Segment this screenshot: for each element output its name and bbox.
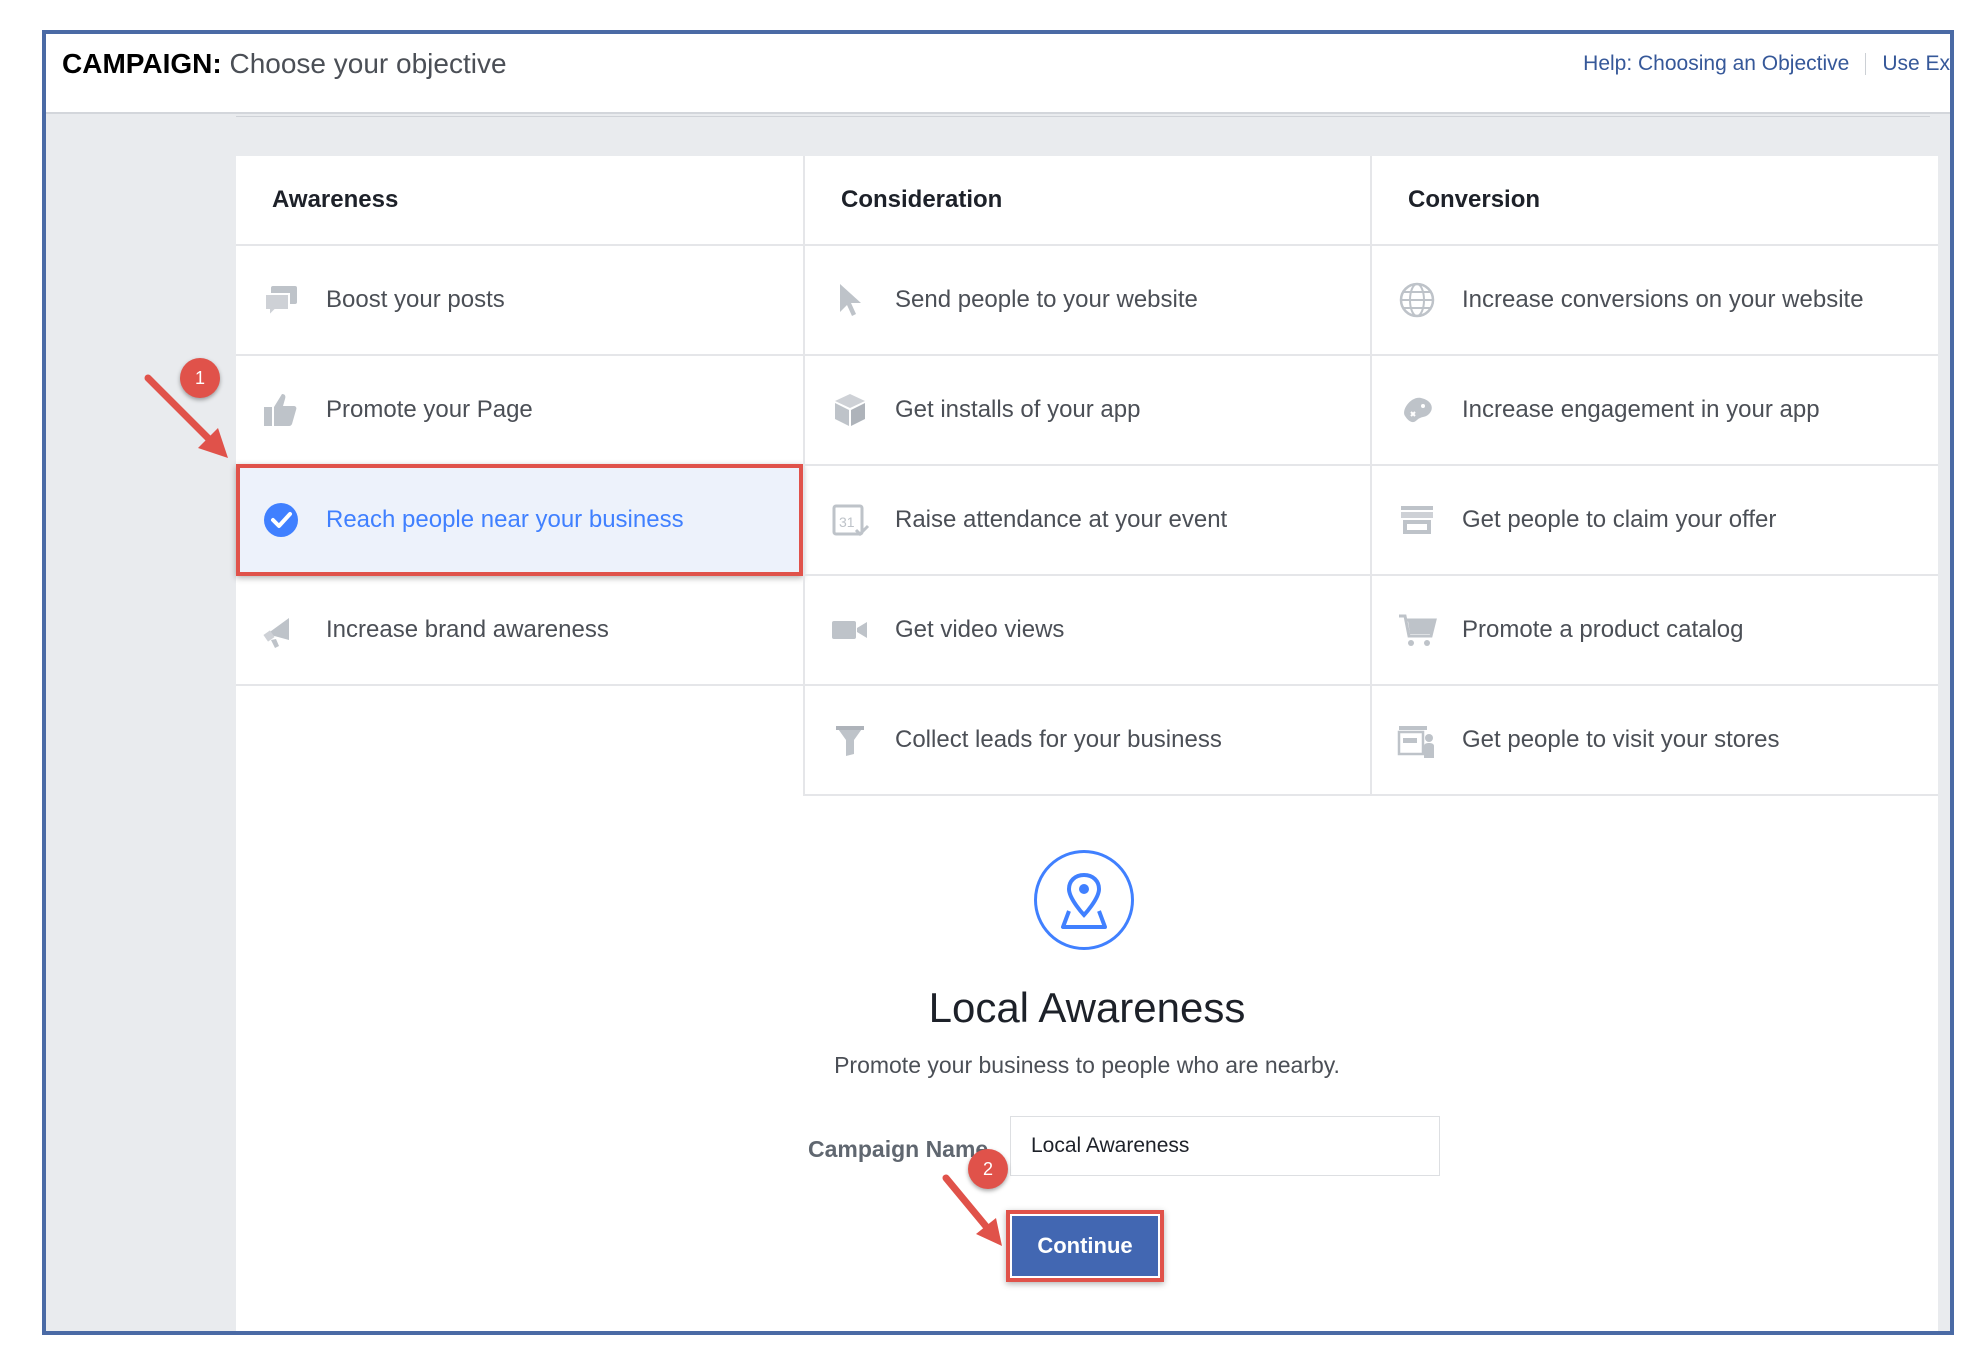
header-links: Help: Choosing an Objective Use Ex: [1583, 52, 1950, 76]
funnel-icon: [829, 719, 871, 761]
objective-boost-posts[interactable]: Boost your posts: [236, 246, 803, 356]
divider: [236, 116, 1930, 117]
megaphone-icon: [260, 609, 302, 651]
store-visit-icon: [1396, 719, 1438, 761]
objective-label: Get installs of your app: [895, 396, 1141, 423]
column-heading: Consideration: [805, 156, 1370, 246]
objective-event-attendance[interactable]: 31 Raise attendance at your event: [805, 466, 1370, 576]
objective-app-engagement[interactable]: Increase engagement in your app: [1372, 356, 1938, 466]
use-existing-link[interactable]: Use Ex: [1882, 52, 1950, 76]
campaign-objective-window: CAMPAIGN: Choose your objective Help: Ch…: [42, 30, 1954, 1335]
svg-text:31: 31: [839, 514, 855, 530]
column-heading: Awareness: [236, 156, 803, 246]
video-camera-icon: [829, 609, 871, 651]
column-consideration: Consideration Send people to your websit…: [803, 156, 1370, 796]
page-header: CAMPAIGN: Choose your objective Help: Ch…: [46, 34, 1950, 114]
objective-store-visits[interactable]: Get people to visit your stores: [1372, 686, 1938, 796]
objective-label: Get people to claim your offer: [1462, 506, 1777, 533]
objective-video-views[interactable]: Get video views: [805, 576, 1370, 686]
gamepad-icon: [1396, 389, 1438, 431]
objective-collect-leads[interactable]: Collect leads for your business: [805, 686, 1370, 796]
objective-label: Increase brand awareness: [326, 616, 609, 643]
objective-label: Get people to visit your stores: [1462, 726, 1780, 753]
objective-detail-description: Promote your business to people who are …: [834, 1052, 1340, 1078]
storefront-icon: [1396, 499, 1438, 541]
objective-label: Boost your posts: [326, 286, 505, 313]
campaign-name-input[interactable]: [1010, 1116, 1440, 1176]
cursor-icon: [829, 279, 871, 321]
campaign-name-label: Campaign Name: [808, 1136, 989, 1162]
objective-label: Send people to your website: [895, 286, 1198, 313]
objective-label: Raise attendance at your event: [895, 506, 1228, 533]
objective-detail-title: Local Awareness: [928, 984, 1246, 1031]
annotation-arrow-2: [942, 1174, 1002, 1246]
objective-label: Increase conversions on your website: [1462, 286, 1864, 313]
objective-send-to-website[interactable]: Send people to your website: [805, 246, 1370, 356]
check-circle-icon: [260, 499, 302, 541]
column-conversion: Conversion Increase conversions on your …: [1370, 156, 1938, 796]
annotation-arrow-1: [144, 374, 228, 458]
objective-label: Promote your Page: [326, 396, 533, 423]
globe-icon: [1396, 279, 1438, 321]
objective-website-conversions[interactable]: Increase conversions on your website: [1372, 246, 1938, 356]
objective-panel: Awareness Boost your posts Promote your …: [236, 156, 1938, 1331]
objective-promote-page[interactable]: Promote your Page: [236, 356, 803, 466]
title-text: Choose your objective: [221, 48, 507, 79]
chat-bubbles-icon: [260, 279, 302, 321]
objective-product-catalog[interactable]: Promote a product catalog: [1372, 576, 1938, 686]
objective-label: Collect leads for your business: [895, 726, 1222, 753]
title-campaign-label: CAMPAIGN:: [62, 48, 222, 79]
objective-app-installs[interactable]: Get installs of your app: [805, 356, 1370, 466]
continue-button[interactable]: Continue: [1012, 1216, 1158, 1276]
link-divider: [1865, 53, 1867, 76]
objective-label: Get video views: [895, 616, 1065, 643]
map-pin-icon: [1034, 850, 1134, 950]
column-heading: Conversion: [1372, 156, 1938, 246]
column-awareness: Awareness Boost your posts Promote your …: [236, 156, 803, 686]
objective-brand-awareness[interactable]: Increase brand awareness: [236, 576, 803, 686]
objective-label: Reach people near your business: [326, 506, 684, 533]
page-title: CAMPAIGN: Choose your objective: [62, 48, 507, 80]
objective-label: Promote a product catalog: [1462, 616, 1744, 643]
box-icon: [829, 389, 871, 431]
objective-label: Increase engagement in your app: [1462, 396, 1820, 423]
objective-claim-offer[interactable]: Get people to claim your offer: [1372, 466, 1938, 576]
calendar-icon: 31: [829, 499, 871, 541]
shopping-cart-icon: [1396, 609, 1438, 651]
objective-reach-people-near-business[interactable]: Reach people near your business: [236, 464, 803, 576]
thumbs-up-icon: [260, 389, 302, 431]
help-choosing-objective-link[interactable]: Help: Choosing an Objective: [1583, 52, 1849, 76]
continue-highlight: Continue: [1006, 1210, 1164, 1282]
